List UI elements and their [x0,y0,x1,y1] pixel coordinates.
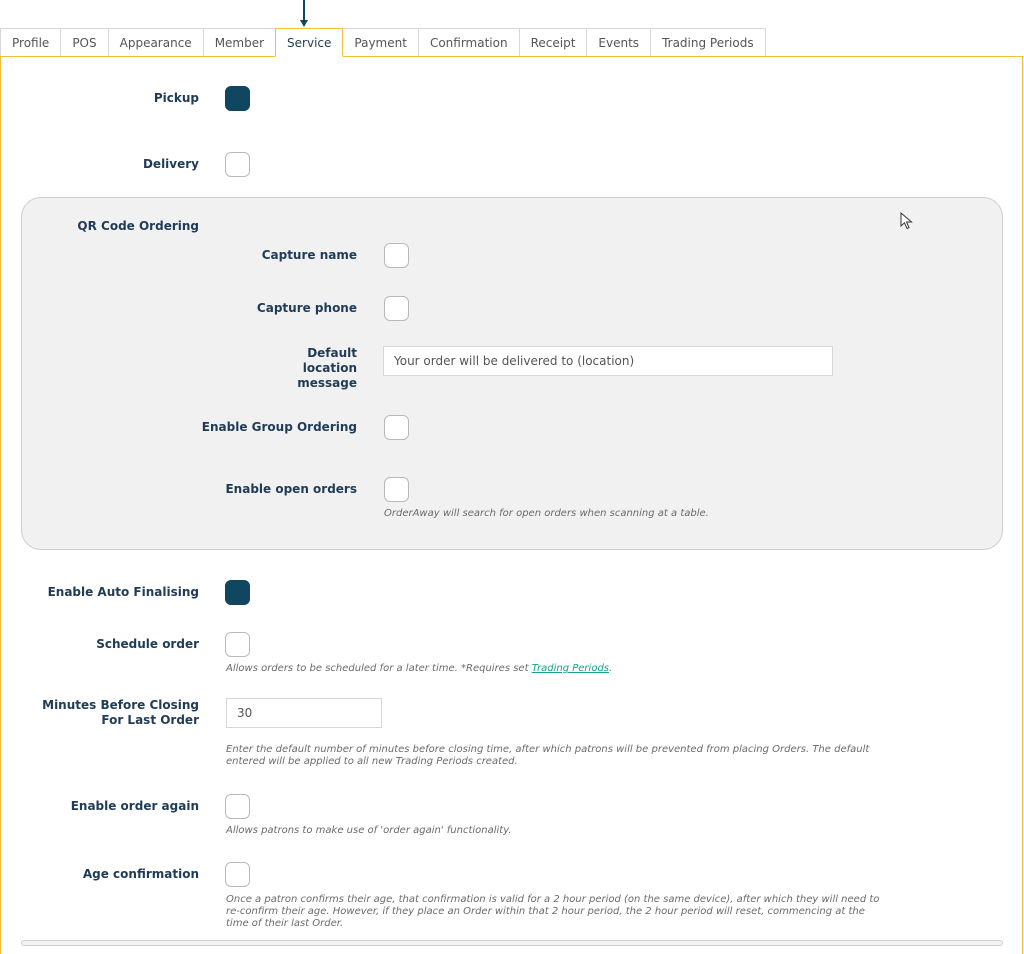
capture-phone-label: Capture phone [256,301,357,315]
trading-periods-link[interactable]: Trading Periods [532,663,609,674]
pickup-checkbox[interactable] [225,86,250,111]
order-again-checkbox[interactable] [225,794,250,819]
capture-name-label: Capture name [261,248,357,262]
capture-name-checkbox[interactable] [384,243,409,268]
schedule-order-hint-text: Allows orders to be scheduled for a late… [226,663,532,674]
tab-payment[interactable]: Payment [343,28,418,56]
settings-tabs: Profile POS Appearance Member Service Pa… [0,28,766,57]
tab-appearance[interactable]: Appearance [107,28,203,56]
capture-phone-checkbox[interactable] [384,296,409,321]
age-confirmation-hint: Once a patron confirms their age, that c… [226,894,880,929]
delivery-label: Delivery [142,157,199,171]
group-ordering-checkbox[interactable] [384,415,409,440]
age-confirmation-label: Age confirmation [82,867,199,881]
tab-pos[interactable]: POS [60,28,108,56]
minutes-before-closing-hint: Enter the default number of minutes befo… [226,744,870,767]
delivery-checkbox[interactable] [225,152,250,177]
group-ordering-label: Enable Group Ordering [201,420,357,434]
minutes-before-closing-label: Minutes Before Closing For Last Order [42,698,199,727]
age-confirmation-checkbox[interactable] [225,862,250,887]
tab-service[interactable]: Service [275,28,344,57]
open-orders-hint: OrderAway will search for open orders wh… [384,508,709,519]
schedule-order-hint: Allows orders to be scheduled for a late… [226,663,826,675]
auto-finalising-checkbox[interactable] [225,580,250,605]
horizontal-scrollbar[interactable] [21,940,1003,946]
tab-events[interactable]: Events [586,28,651,56]
open-orders-checkbox[interactable] [384,477,409,502]
schedule-order-checkbox[interactable] [225,632,250,657]
default-location-label: Default location message [297,346,357,390]
tab-member[interactable]: Member [202,28,276,56]
tab-trading-periods[interactable]: Trading Periods [650,28,766,56]
auto-finalising-label: Enable Auto Finalising [47,585,199,599]
pickup-label: Pickup [153,91,199,105]
mouse-cursor-icon [900,212,913,230]
order-again-label: Enable order again [70,799,199,813]
open-orders-label: Enable open orders [225,482,357,496]
tab-receipt[interactable]: Receipt [518,28,587,56]
schedule-order-label: Schedule order [96,637,199,651]
tab-arrow-indicator [300,0,308,27]
tab-profile[interactable]: Profile [0,28,61,56]
schedule-order-hint-end: . [609,663,613,674]
qr-code-ordering-title: QR Code Ordering [77,219,199,233]
minutes-before-closing-input[interactable]: 30 [226,698,382,728]
order-again-hint: Allows patrons to make use of 'order aga… [226,825,512,836]
default-location-input[interactable]: Your order will be delivered to (locatio… [383,346,833,376]
tab-confirmation[interactable]: Confirmation [417,28,519,56]
